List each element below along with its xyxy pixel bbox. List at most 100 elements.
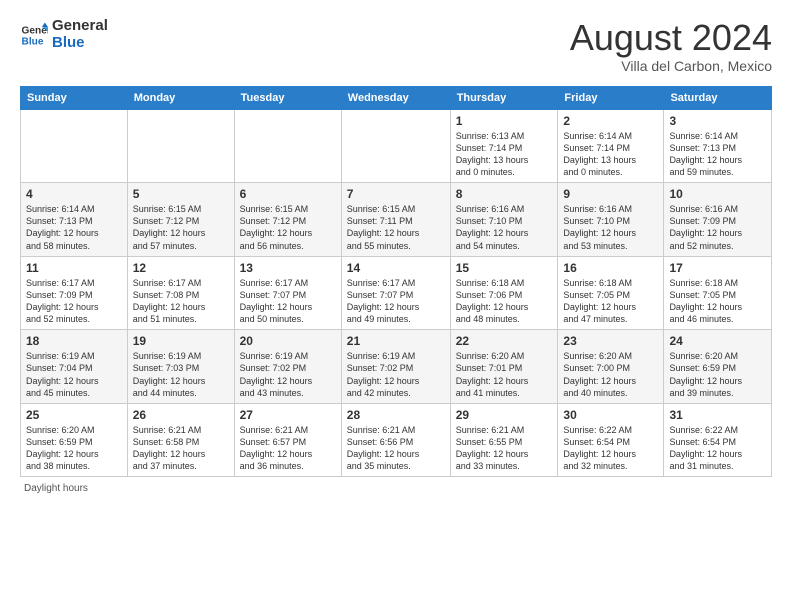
day-info: Sunrise: 6:15 AM Sunset: 7:12 PM Dayligh…	[240, 203, 336, 252]
calendar-cell: 28 Sunrise: 6:21 AM Sunset: 6:56 PM Dayli…	[341, 403, 450, 477]
day-info: Sunrise: 6:22 AM Sunset: 6:54 PM Dayligh…	[563, 424, 658, 473]
svg-text:Blue: Blue	[22, 36, 44, 47]
calendar-cell: 9Sunrise: 6:16 AM Sunset: 7:10 PM Daylig…	[558, 183, 664, 257]
calendar-cell: 22 Sunrise: 6:20 AM Sunset: 7:01 PM Dayli…	[450, 330, 558, 404]
day-info: Sunrise: 6:15 AM Sunset: 7:12 PM Dayligh…	[133, 203, 229, 252]
week-row-0: 1 Sunrise: 6:13 AM Sunset: 7:14 PM Daylig…	[21, 109, 772, 183]
day-info: Sunrise: 6:20 AM Sunset: 6:59 PM Dayligh…	[26, 424, 122, 473]
calendar-cell: 23Sunrise: 6:20 AM Sunset: 7:00 PM Dayli…	[558, 330, 664, 404]
calendar-cell: 27 Sunrise: 6:21 AM Sunset: 6:57 PM Dayli…	[234, 403, 341, 477]
weekday-wednesday: Wednesday	[341, 86, 450, 109]
day-number: 25	[26, 408, 122, 422]
day-info: Sunrise: 6:17 AM Sunset: 7:07 PM Dayligh…	[240, 277, 336, 326]
day-number: 31	[669, 408, 766, 422]
day-number: 18	[26, 334, 122, 348]
day-info: Sunrise: 6:19 AM Sunset: 7:02 PM Dayligh…	[240, 350, 336, 399]
calendar-cell: 21Sunrise: 6:19 AM Sunset: 7:02 PM Dayli…	[341, 330, 450, 404]
day-number: 14	[347, 261, 445, 275]
calendar-cell: 6 Sunrise: 6:15 AM Sunset: 7:12 PM Daylig…	[234, 183, 341, 257]
day-info: Sunrise: 6:22 AM Sunset: 6:54 PM Dayligh…	[669, 424, 766, 473]
day-number: 12	[133, 261, 229, 275]
day-number: 8	[456, 187, 553, 201]
calendar-cell: 1 Sunrise: 6:13 AM Sunset: 7:14 PM Daylig…	[450, 109, 558, 183]
day-info: Sunrise: 6:16 AM Sunset: 7:10 PM Dayligh…	[563, 203, 658, 252]
day-number: 1	[456, 114, 553, 128]
calendar-cell: 19 Sunrise: 6:19 AM Sunset: 7:03 PM Dayli…	[127, 330, 234, 404]
location: Villa del Carbon, Mexico	[570, 58, 772, 74]
weekday-sunday: Sunday	[21, 86, 128, 109]
calendar-cell: 31 Sunrise: 6:22 AM Sunset: 6:54 PM Dayli…	[664, 403, 772, 477]
calendar-cell: 16 Sunrise: 6:18 AM Sunset: 7:05 PM Dayli…	[558, 256, 664, 330]
calendar-cell: 18 Sunrise: 6:19 AM Sunset: 7:04 PM Dayli…	[21, 330, 128, 404]
day-info: Sunrise: 6:17 AM Sunset: 7:07 PM Dayligh…	[347, 277, 445, 326]
footer-text: Daylight hours	[24, 483, 88, 494]
logo-general: General	[52, 18, 108, 35]
weekday-thursday: Thursday	[450, 86, 558, 109]
day-number: 23	[563, 334, 658, 348]
calendar-cell: 3 Sunrise: 6:14 AM Sunset: 7:13 PM Daylig…	[664, 109, 772, 183]
day-info: Sunrise: 6:21 AM Sunset: 6:57 PM Dayligh…	[240, 424, 336, 473]
month-title: August 2024	[570, 18, 772, 58]
day-info: Sunrise: 6:18 AM Sunset: 7:05 PM Dayligh…	[563, 277, 658, 326]
day-number: 13	[240, 261, 336, 275]
calendar-cell: 5Sunrise: 6:15 AM Sunset: 7:12 PM Daylig…	[127, 183, 234, 257]
day-info: Sunrise: 6:18 AM Sunset: 7:05 PM Dayligh…	[669, 277, 766, 326]
title-block: August 2024 Villa del Carbon, Mexico	[570, 18, 772, 74]
calendar-cell	[341, 109, 450, 183]
day-info: Sunrise: 6:21 AM Sunset: 6:55 PM Dayligh…	[456, 424, 553, 473]
header: General Blue General Blue August 2024 Vi…	[20, 18, 772, 74]
day-number: 24	[669, 334, 766, 348]
calendar-cell: 2Sunrise: 6:14 AM Sunset: 7:14 PM Daylig…	[558, 109, 664, 183]
calendar-cell: 10Sunrise: 6:16 AM Sunset: 7:09 PM Dayli…	[664, 183, 772, 257]
calendar-cell: 17Sunrise: 6:18 AM Sunset: 7:05 PM Dayli…	[664, 256, 772, 330]
day-number: 26	[133, 408, 229, 422]
day-number: 3	[669, 114, 766, 128]
calendar-cell	[234, 109, 341, 183]
calendar: SundayMondayTuesdayWednesdayThursdayFrid…	[20, 86, 772, 478]
calendar-cell	[21, 109, 128, 183]
day-info: Sunrise: 6:19 AM Sunset: 7:03 PM Dayligh…	[133, 350, 229, 399]
day-number: 10	[669, 187, 766, 201]
day-info: Sunrise: 6:14 AM Sunset: 7:13 PM Dayligh…	[26, 203, 122, 252]
day-number: 28	[347, 408, 445, 422]
day-number: 11	[26, 261, 122, 275]
day-number: 27	[240, 408, 336, 422]
day-number: 22	[456, 334, 553, 348]
calendar-cell: 24Sunrise: 6:20 AM Sunset: 6:59 PM Dayli…	[664, 330, 772, 404]
weekday-saturday: Saturday	[664, 86, 772, 109]
day-info: Sunrise: 6:14 AM Sunset: 7:13 PM Dayligh…	[669, 130, 766, 179]
day-info: Sunrise: 6:15 AM Sunset: 7:11 PM Dayligh…	[347, 203, 445, 252]
day-number: 6	[240, 187, 336, 201]
calendar-cell: 13 Sunrise: 6:17 AM Sunset: 7:07 PM Dayli…	[234, 256, 341, 330]
calendar-cell: 8Sunrise: 6:16 AM Sunset: 7:10 PM Daylig…	[450, 183, 558, 257]
day-info: Sunrise: 6:21 AM Sunset: 6:56 PM Dayligh…	[347, 424, 445, 473]
day-number: 16	[563, 261, 658, 275]
page: General Blue General Blue August 2024 Vi…	[0, 0, 792, 504]
day-info: Sunrise: 6:13 AM Sunset: 7:14 PM Dayligh…	[456, 130, 553, 179]
logo: General Blue General Blue	[20, 18, 108, 51]
calendar-cell: 14 Sunrise: 6:17 AM Sunset: 7:07 PM Dayli…	[341, 256, 450, 330]
day-number: 19	[133, 334, 229, 348]
day-info: Sunrise: 6:19 AM Sunset: 7:04 PM Dayligh…	[26, 350, 122, 399]
calendar-cell: 26Sunrise: 6:21 AM Sunset: 6:58 PM Dayli…	[127, 403, 234, 477]
day-info: Sunrise: 6:17 AM Sunset: 7:08 PM Dayligh…	[133, 277, 229, 326]
calendar-cell: 29Sunrise: 6:21 AM Sunset: 6:55 PM Dayli…	[450, 403, 558, 477]
weekday-monday: Monday	[127, 86, 234, 109]
week-row-1: 4Sunrise: 6:14 AM Sunset: 7:13 PM Daylig…	[21, 183, 772, 257]
day-info: Sunrise: 6:14 AM Sunset: 7:14 PM Dayligh…	[563, 130, 658, 179]
calendar-cell: 20 Sunrise: 6:19 AM Sunset: 7:02 PM Dayli…	[234, 330, 341, 404]
week-row-2: 11 Sunrise: 6:17 AM Sunset: 7:09 PM Dayli…	[21, 256, 772, 330]
week-row-4: 25 Sunrise: 6:20 AM Sunset: 6:59 PM Dayli…	[21, 403, 772, 477]
day-info: Sunrise: 6:17 AM Sunset: 7:09 PM Dayligh…	[26, 277, 122, 326]
day-info: Sunrise: 6:20 AM Sunset: 7:01 PM Dayligh…	[456, 350, 553, 399]
day-info: Sunrise: 6:18 AM Sunset: 7:06 PM Dayligh…	[456, 277, 553, 326]
day-number: 15	[456, 261, 553, 275]
weekday-friday: Friday	[558, 86, 664, 109]
calendar-cell: 30Sunrise: 6:22 AM Sunset: 6:54 PM Dayli…	[558, 403, 664, 477]
day-info: Sunrise: 6:19 AM Sunset: 7:02 PM Dayligh…	[347, 350, 445, 399]
weekday-header-row: SundayMondayTuesdayWednesdayThursdayFrid…	[21, 86, 772, 109]
day-number: 20	[240, 334, 336, 348]
weekday-tuesday: Tuesday	[234, 86, 341, 109]
calendar-cell: 12 Sunrise: 6:17 AM Sunset: 7:08 PM Dayli…	[127, 256, 234, 330]
calendar-cell: 7Sunrise: 6:15 AM Sunset: 7:11 PM Daylig…	[341, 183, 450, 257]
